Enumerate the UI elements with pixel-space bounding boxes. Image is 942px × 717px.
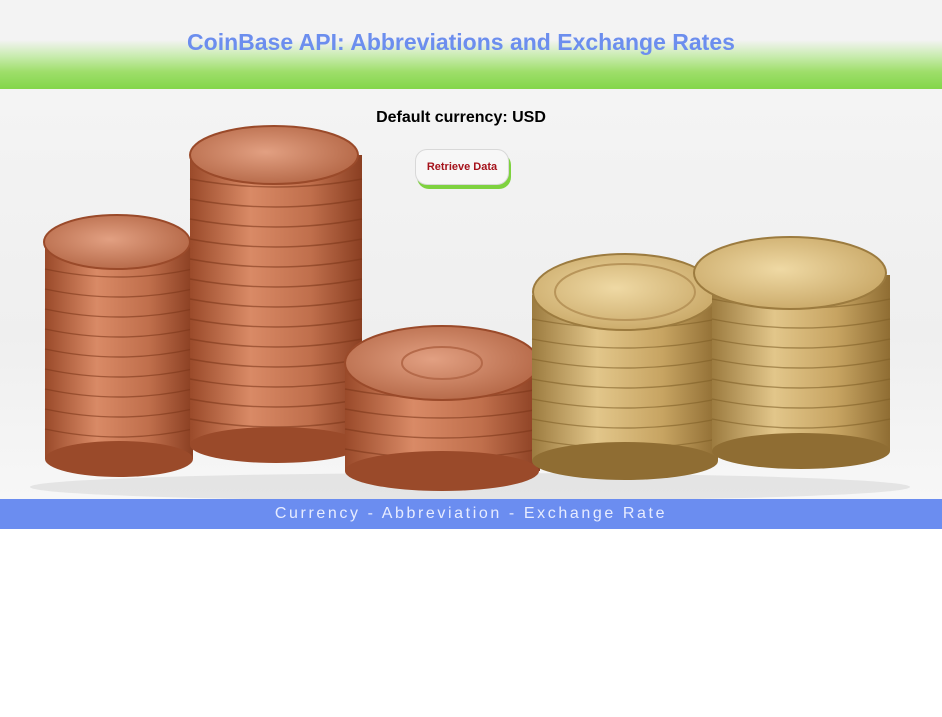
hero-section: Default currency: USD Retrieve Data [0, 89, 942, 499]
page-header: CoinBase API: Abbreviations and Exchange… [0, 0, 942, 89]
default-currency-label: Default currency: USD [376, 109, 546, 126]
retrieve-data-button[interactable]: Retrieve Data [415, 149, 509, 185]
table-header: Currency - Abbreviation - Exchange Rate [0, 499, 942, 529]
page-title: CoinBase API: Abbreviations and Exchange… [187, 29, 735, 55]
